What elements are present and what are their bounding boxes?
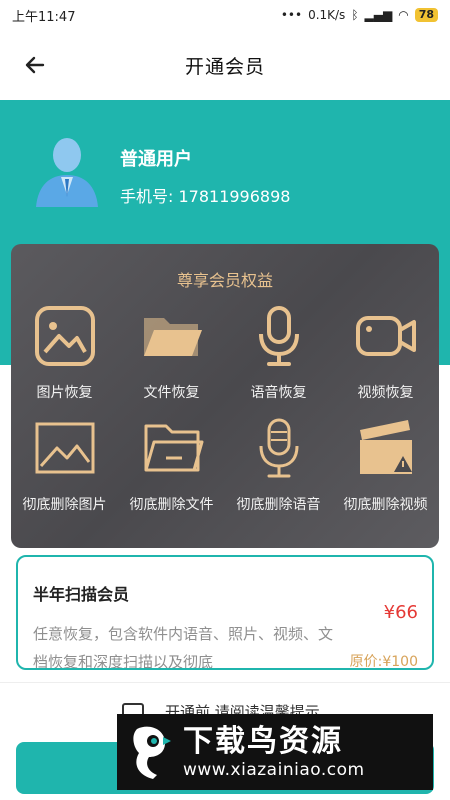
username: 普通用户 bbox=[120, 149, 192, 170]
benefit-label: 文件恢复 bbox=[143, 385, 200, 401]
plan-name: 半年扫描会员 bbox=[33, 585, 130, 604]
network-speed: 0.1K/s bbox=[308, 8, 346, 22]
watermark-text: 下载鸟资源 www.xiazainiao.com bbox=[183, 724, 365, 780]
image-delete-icon bbox=[35, 422, 94, 474]
profile-info: 普通用户 手机号: 17811996898 bbox=[120, 145, 290, 207]
video-camera-recovery-icon bbox=[355, 316, 416, 356]
benefit-voice-recovery: 语音恢复 bbox=[225, 304, 332, 416]
page-title: 开通会员 bbox=[184, 55, 265, 78]
microphone-delete-icon bbox=[259, 418, 298, 478]
bluetooth-icon: ᛒ bbox=[351, 8, 359, 22]
benefit-label: 图片恢复 bbox=[36, 385, 93, 401]
benefit-label: 彻底删除文件 bbox=[129, 497, 214, 513]
watermark-title: 下载鸟资源 bbox=[183, 724, 343, 759]
benefit-delete-video: 彻底删除视频 bbox=[332, 416, 439, 528]
benefit-delete-voice: 彻底删除语音 bbox=[225, 416, 332, 528]
benefits-title: 尊享会员权益 bbox=[176, 271, 273, 290]
watermark-banner: 下载鸟资源 www.xiazainiao.com bbox=[117, 714, 433, 790]
avatar bbox=[36, 138, 98, 207]
plan-card-half-year[interactable]: 半年扫描会员 ¥66 任意恢复，包含软件内语音、照片、视频、文档恢复和深度扫描以… bbox=[16, 555, 434, 670]
benefit-delete-image: 彻底删除图片 bbox=[11, 416, 118, 528]
plan-price: ¥66 bbox=[383, 602, 418, 623]
member-benefits-panel: 尊享会员权益 图片恢复 文件恢复 语音恢复 视频恢复 彻底删除图片 彻底删除文件… bbox=[11, 244, 439, 548]
benefit-label: 彻底删除语音 bbox=[236, 497, 321, 513]
microphone-recovery-icon bbox=[258, 306, 299, 366]
battery-indicator: 78 bbox=[414, 8, 438, 22]
folder-recovery-icon bbox=[143, 318, 202, 356]
clapperboard-delete-icon bbox=[359, 420, 412, 474]
benefit-video-recovery: 视频恢复 bbox=[332, 304, 439, 416]
back-arrow-icon bbox=[25, 56, 45, 74]
nav-bar: 开通会员 bbox=[0, 30, 450, 100]
bird-logo-icon bbox=[133, 726, 171, 779]
signal-icon: ••• bbox=[280, 8, 303, 22]
wifi-icon: ◠ bbox=[398, 8, 409, 22]
back-button[interactable] bbox=[18, 50, 52, 80]
plan-description: 任意恢复，包含软件内语音、照片、视频、文档恢复和深度扫描以及彻底 bbox=[33, 625, 334, 670]
phone-number: 手机号: 17811996898 bbox=[120, 187, 291, 206]
benefit-file-recovery: 文件恢复 bbox=[118, 304, 225, 416]
benefit-label: 语音恢复 bbox=[250, 385, 307, 401]
status-icons: ••• 0.1K/s ᛒ ▂▄▆ ◠ 78 bbox=[281, 8, 438, 22]
watermark-url: www.xiazainiao.com bbox=[183, 760, 365, 780]
user-profile: 普通用户 手机号: 17811996898 bbox=[30, 135, 290, 209]
cell-signal-icon: ▂▄▆ bbox=[364, 8, 393, 22]
original-price: 原价:¥100 bbox=[349, 654, 418, 670]
benefit-label: 彻底删除视频 bbox=[343, 497, 428, 513]
folder-delete-icon bbox=[144, 424, 203, 472]
benefit-label: 彻底删除图片 bbox=[22, 497, 107, 513]
image-recovery-icon bbox=[34, 306, 95, 366]
benefits-grid: 图片恢复 文件恢复 语音恢复 视频恢复 彻底删除图片 彻底删除文件 彻底删除语音… bbox=[11, 304, 439, 528]
benefit-delete-file: 彻底删除文件 bbox=[118, 416, 225, 528]
benefit-image-recovery: 图片恢复 bbox=[11, 304, 118, 416]
benefit-label: 视频恢复 bbox=[357, 385, 414, 401]
status-bar: 上午11:47 ••• 0.1K/s ᛒ ▂▄▆ ◠ 78 bbox=[0, 0, 450, 30]
status-time: 上午11:47 bbox=[12, 9, 76, 25]
